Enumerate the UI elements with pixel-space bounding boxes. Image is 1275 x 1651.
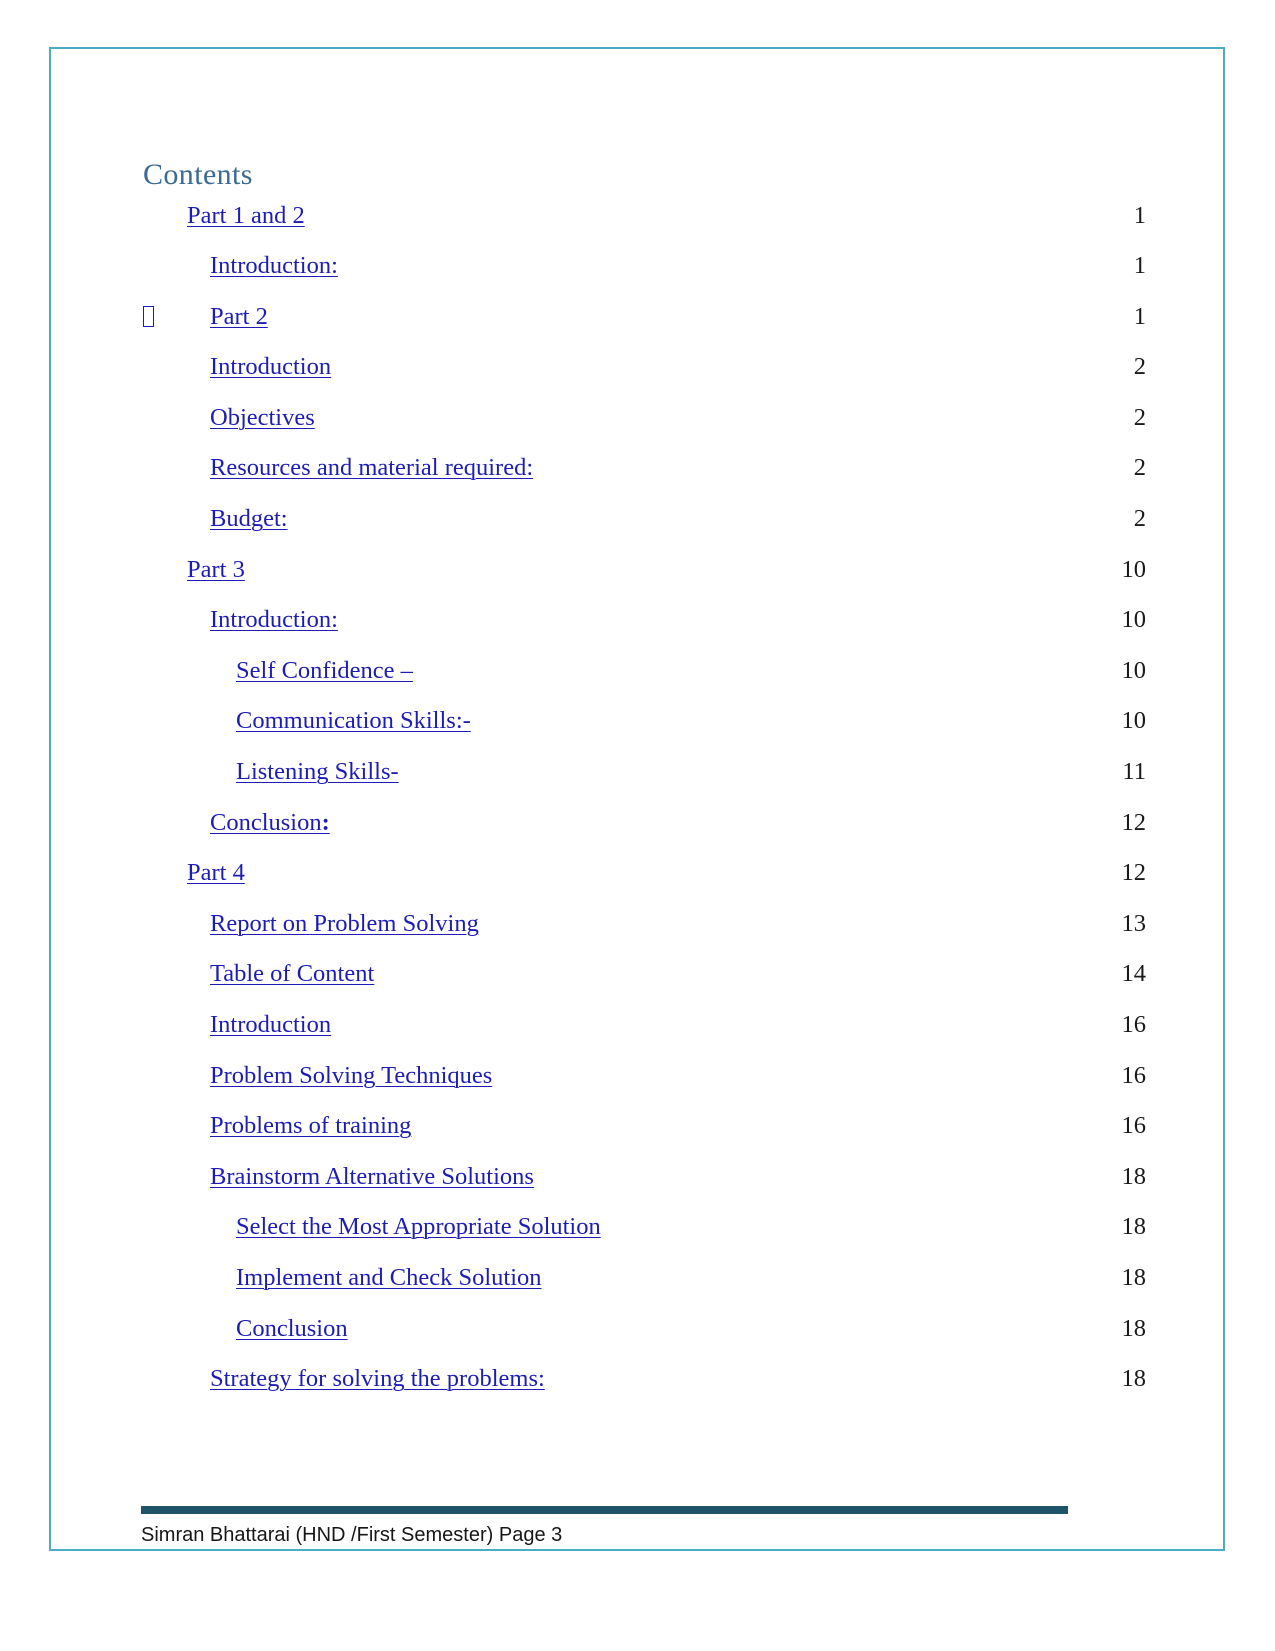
footer-rule: [141, 1506, 1068, 1514]
toc-entry-page-number: 16: [1121, 1112, 1147, 1140]
toc-entry-link[interactable]: Introduction:: [210, 252, 338, 280]
toc-entry[interactable]: Part 1 and 2 1: [143, 201, 1146, 254]
toc-entry-page-number: 2: [1133, 505, 1146, 533]
toc-entry[interactable]: Introduction 2: [143, 353, 1146, 405]
table-of-contents: Part 1 and 2 1 Introduction: 1 Part 2 1 Introd…: [143, 201, 1147, 1417]
document-body: Contents Part 1 and 2 1 Introduction: 1 Part…: [143, 159, 1146, 1417]
toc-entry[interactable]: Conclusion 18: [143, 1314, 1147, 1367]
toc-entry[interactable]: Introduction: 1: [143, 252, 1146, 304]
toc-entry-link[interactable]: Part 4: [187, 859, 245, 887]
toc-entry-link[interactable]: Implement and Check Solution: [236, 1264, 542, 1292]
toc-entry-link[interactable]: Objectives: [210, 404, 315, 432]
toc-entry-link[interactable]: Introduction:: [210, 606, 338, 634]
toc-entry-page-number: 13: [1121, 909, 1147, 937]
toc-entry[interactable]: Conclusion: 12: [143, 808, 1147, 861]
page-border-frame: Contents Part 1 and 2 1 Introduction: 1 Part…: [49, 47, 1225, 1551]
toc-entry[interactable]: Resources and material required: 2: [143, 455, 1146, 506]
toc-entry-link[interactable]: Strategy for solving the problems:: [210, 1365, 545, 1393]
toc-entry-page-number: 16: [1121, 1011, 1147, 1038]
toc-entry-page-number: 18: [1121, 1365, 1147, 1393]
toc-entry[interactable]: Part 4 12: [143, 859, 1147, 911]
toc-entry-page-number: 18: [1121, 1314, 1147, 1342]
toc-entry-link[interactable]: Problem Solving Techniques: [210, 1062, 492, 1090]
toc-entry-link[interactable]: Part 1 and 2: [187, 202, 305, 230]
toc-entry-link[interactable]: Self Confidence –: [236, 657, 413, 685]
toc-entry-page-number: 10: [1121, 555, 1147, 583]
toc-entry-link[interactable]: Communication Skills:-: [236, 707, 471, 735]
toc-entry-page-number: 14: [1121, 960, 1147, 988]
toc-entry-link[interactable]: Part 2: [210, 303, 268, 331]
toc-entry-link[interactable]: Introduction: [210, 1011, 331, 1039]
toc-entry-page-number: 18: [1121, 1213, 1147, 1241]
toc-entry-page-number: 1: [1133, 252, 1146, 280]
toc-entry-page-number: 11: [1122, 758, 1146, 786]
toc-entry-link[interactable]: Brainstorm Alternative Solutions: [210, 1163, 534, 1191]
toc-entry-page-number: 10: [1121, 707, 1147, 735]
toc-entry-page-number: 16: [1121, 1061, 1147, 1089]
toc-entry-page-number: 10: [1121, 606, 1147, 634]
toc-entry-link[interactable]: Listening Skills-: [236, 758, 399, 786]
toc-entry[interactable]: Implement and Check Solution 18: [143, 1263, 1147, 1316]
toc-entry[interactable]: Report on Problem Solving 13: [143, 909, 1147, 962]
tofu-box-icon: [143, 305, 187, 328]
toc-entry-link[interactable]: Part 3: [187, 556, 245, 584]
toc-entry[interactable]: Introduction: 10: [143, 606, 1147, 658]
toc-entry[interactable]: Select the Most Appropriate Solution 18: [143, 1213, 1147, 1265]
toc-entry[interactable]: Introduction 16: [143, 1011, 1147, 1063]
toc-entry-link[interactable]: Conclusion: [236, 1315, 348, 1343]
toc-entry-page-number: 18: [1121, 1162, 1147, 1190]
toc-entry[interactable]: Brainstorm Alternative Solutions 18: [143, 1162, 1147, 1215]
toc-entry-link[interactable]: Budget:: [210, 505, 288, 533]
toc-entry[interactable]: Problem Solving Techniques 16: [143, 1061, 1147, 1114]
toc-entry-page-number: 10: [1121, 656, 1147, 684]
toc-entry[interactable]: Table of Content 14: [143, 960, 1147, 1012]
toc-entry[interactable]: Part 2 1: [143, 302, 1146, 355]
toc-entry-page-number: 1: [1133, 302, 1146, 330]
toc-entry-page-number: 2: [1133, 403, 1146, 431]
toc-entry-link[interactable]: Table of Content: [210, 960, 374, 988]
toc-entry[interactable]: Objectives 2: [143, 403, 1146, 456]
page-title: Contents: [143, 158, 253, 191]
toc-entry-link[interactable]: Conclusion:: [210, 809, 330, 837]
toc-entry-page-number: 12: [1121, 808, 1147, 836]
toc-entry-link[interactable]: Report on Problem Solving: [210, 910, 479, 938]
toc-entry-page-number: 18: [1121, 1263, 1147, 1291]
toc-entry-page-number: 2: [1133, 454, 1146, 482]
footer-text: Simran Bhattarai (HND /First Semester) P…: [141, 1524, 563, 1546]
toc-entry-link[interactable]: Introduction: [210, 353, 331, 381]
toc-entry[interactable]: Problems of training 16: [143, 1112, 1147, 1164]
toc-entry-page-number: 12: [1121, 859, 1147, 887]
toc-entry[interactable]: Budget: 2: [143, 505, 1146, 557]
toc-entry-link[interactable]: Select the Most Appropriate Solution: [236, 1213, 601, 1241]
toc-entry[interactable]: Communication Skills:- 10: [143, 707, 1147, 759]
toc-entry-link[interactable]: Resources and material required:: [210, 455, 533, 482]
toc-entry-page-number: 1: [1133, 201, 1146, 229]
toc-entry-page-number: 2: [1133, 353, 1146, 381]
toc-entry[interactable]: Strategy for solving the problems: 18: [143, 1365, 1147, 1417]
toc-entry[interactable]: Self Confidence – 10: [143, 656, 1147, 709]
toc-entry[interactable]: Part 3 10: [143, 555, 1147, 608]
toc-entry[interactable]: Listening Skills- 11: [143, 758, 1146, 810]
toc-entry-link[interactable]: Problems of training: [210, 1112, 411, 1140]
